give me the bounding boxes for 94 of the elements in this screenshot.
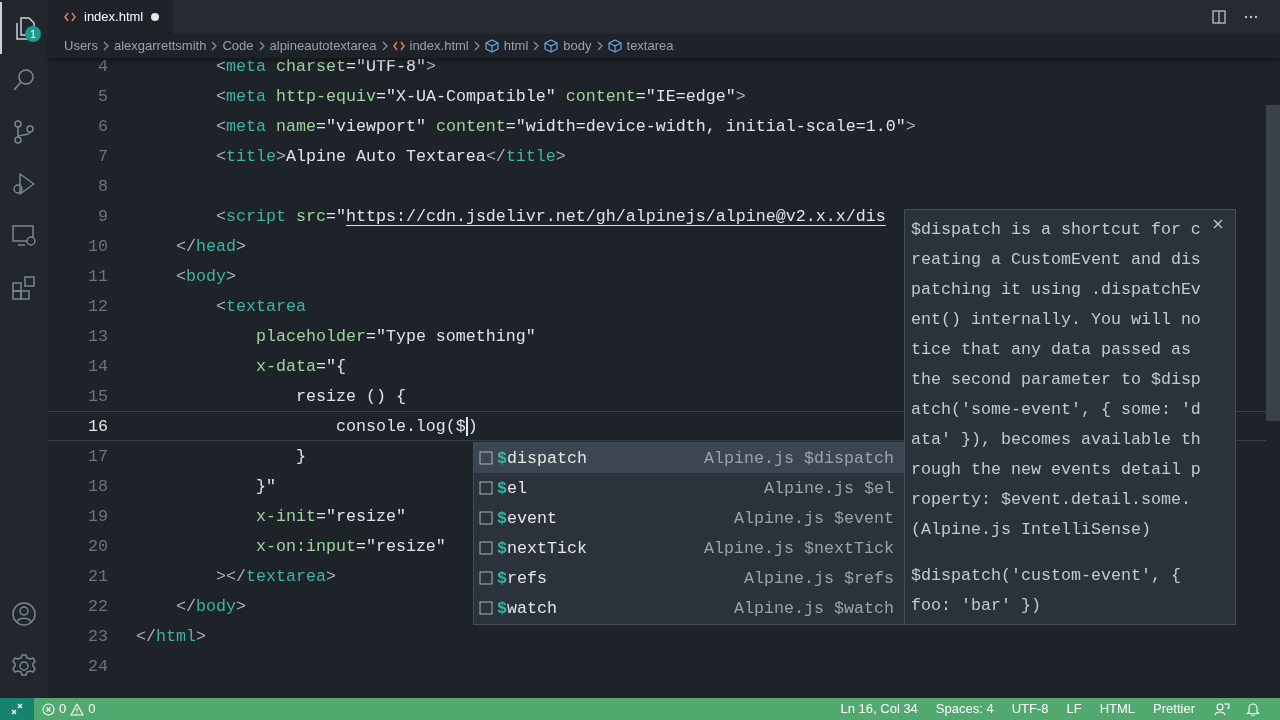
chevron-right-icon [211,41,218,51]
breadcrumb-item[interactable]: textarea [607,36,674,56]
line-number: 13 [87,325,108,348]
bell-icon[interactable] [1246,702,1260,716]
feedback-icon[interactable] [1214,702,1230,716]
code-line: <title>Alpine Auto Textarea</title> [214,145,566,168]
remote-button[interactable] [0,698,34,720]
line-number: 22 [87,595,108,618]
html-file-icon [64,12,76,22]
breadcrumb-item[interactable]: Code [222,36,254,56]
close-icon[interactable] [1213,219,1223,229]
line-number: 4 [97,58,108,78]
code-line: </head> [174,235,246,258]
code-example: $dispatch('custom-event', { foo: 'bar' }) [911,565,1182,617]
breadcrumb-item[interactable]: body [544,36,592,56]
unsaved-dot-icon [151,13,160,21]
breadcrumb-item[interactable]: index.html [392,36,469,56]
extensions-icon [11,275,37,301]
branch-icon [11,119,37,145]
symbol-icon [479,601,493,615]
cube-icon [544,39,559,53]
symbol-icon [479,511,493,525]
warning-icon [70,702,85,716]
code-line: </body> [174,595,246,618]
line-number: 8 [97,175,108,198]
error-icon [42,702,55,716]
line-number: 21 [87,565,108,588]
breadcrumb-item[interactable]: html [484,36,529,56]
code-line: <meta http-equiv="X-UA-Compatible" content="IE=edge"> [214,85,746,108]
run-debug-icon [11,171,37,197]
chevron-right-icon [533,41,540,51]
code-line: <script src="https://cdn.jsdelivr.net/gh/alpinejs/alpine@v2.x.x/dis [214,205,886,228]
html-file-icon [392,41,405,51]
line-number: 12 [87,295,108,318]
code-line: x-data="{ [254,355,346,378]
chevron-right-icon [596,41,603,51]
line-number: 15 [87,385,108,408]
search-icon [11,67,37,93]
line-number: 20 [87,535,108,558]
more-actions-icon[interactable] [1244,15,1258,19]
documentation-text: $dispatch is a shortcut for creating a CustomEvent and dispatching it using .dispatchEvent() internally. You will notice that any data passed as the second parameter to $dispatch('some-event', { some: 'data' }), becomes available through the new events detail property: $event.detail.some. (Alpine.js IntelliSense) [911,219,1202,541]
suggestion-item[interactable]: $event Alpine.js $event [474,503,904,533]
cube-icon [607,39,622,53]
suggestion-item[interactable]: $el Alpine.js $el [474,473,904,503]
line-number: 18 [87,475,108,498]
suggestion-item[interactable]: $dispatch Alpine.js $dispatch [474,443,904,473]
remote-icon [11,703,23,715]
code-line: x-on:input="resize" [254,535,446,558]
line-number: 10 [87,235,108,258]
settings-icon [11,653,37,679]
chevron-right-icon [258,41,265,51]
monitor-icon [11,223,37,249]
line-number: 23 [87,625,108,648]
code-line: }" [254,475,276,498]
editor-tab[interactable]: index.html [48,0,174,34]
notification-badge: 1 [25,26,41,42]
line-number: 14 [87,355,108,378]
line-number: 9 [97,205,108,228]
code-line: x-init="resize" [254,505,406,528]
code-line: <meta charset="UTF-8"> [214,58,436,78]
suggestion-item[interactable]: $refs Alpine.js $refs [474,563,904,593]
symbol-icon [479,481,493,495]
symbol-icon [479,451,493,465]
breadcrumb-item[interactable]: Users [64,36,98,56]
suggestion-item[interactable]: $watch Alpine.js $watch [474,593,904,623]
chevron-right-icon [102,41,109,51]
code-line: ></textarea> [214,565,336,588]
suggestion-item[interactable]: $nextTick Alpine.js $nextTick [474,533,904,563]
code-line: console.log($) [334,415,478,438]
scrollbar[interactable] [1266,105,1280,421]
account-icon [11,601,37,627]
line-number: 7 [97,145,108,168]
line-number: 6 [97,115,108,138]
code-line: <body> [174,265,236,288]
code-line: resize () { [294,385,406,408]
line-number: 5 [97,85,108,108]
cube-icon [484,39,499,53]
line-number: 11 [87,265,108,288]
code-line: placeholder="Type something" [254,325,536,348]
line-number: 24 [87,655,108,678]
symbol-icon [479,571,493,585]
chevron-right-icon [473,41,480,51]
breadcrumb-item[interactable]: alexgarrettsmith [113,36,207,56]
line-number: 17 [87,445,108,468]
line-number: 16 [87,415,108,438]
line-number: 19 [87,505,108,528]
code-line: } [294,445,306,468]
code-line: <meta name="viewport" content="width=device-width, initial-scale=1.0"> [214,115,916,138]
breadcrumb-item[interactable]: alpineautotextarea [269,36,377,56]
code-line: <textarea [214,295,306,318]
chevron-right-icon [381,41,388,51]
symbol-icon [479,541,493,555]
code-line: </html> [136,625,206,648]
split-editor-icon[interactable] [1212,10,1226,24]
